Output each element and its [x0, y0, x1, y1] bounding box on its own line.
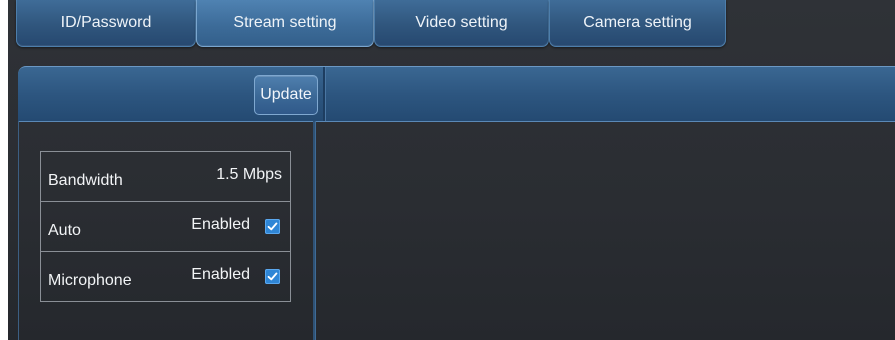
- setting-row-auto: Auto Enabled: [41, 202, 290, 252]
- auto-checkbox[interactable]: [265, 219, 280, 234]
- microphone-checkbox[interactable]: [265, 269, 280, 284]
- check-icon: [267, 222, 278, 231]
- update-button[interactable]: Update: [254, 75, 318, 115]
- tab-stream-setting[interactable]: Stream setting: [196, 0, 374, 47]
- auto-status: Enabled: [191, 216, 250, 233]
- setting-row-bandwidth: Bandwidth 1.5 Mbps: [41, 152, 290, 202]
- tab-camera-setting[interactable]: Camera setting: [549, 0, 726, 47]
- tab-bar: ID/Password Stream setting Video setting…: [8, 0, 895, 50]
- header-divider: [323, 67, 326, 121]
- setting-label: Auto: [48, 222, 81, 239]
- bandwidth-value[interactable]: 1.5 Mbps: [216, 166, 282, 184]
- tab-id-password[interactable]: ID/Password: [16, 0, 196, 47]
- microphone-status: Enabled: [191, 266, 250, 283]
- tab-video-setting[interactable]: Video setting: [374, 0, 549, 47]
- panel-header: Update: [18, 66, 895, 121]
- setting-label: Microphone: [48, 272, 132, 289]
- settings-table: Bandwidth 1.5 Mbps Auto Enabled Micropho…: [40, 151, 291, 302]
- stream-settings-screen: ID/Password Stream setting Video setting…: [8, 0, 895, 340]
- panel-divider: [313, 121, 316, 340]
- setting-label: Bandwidth: [48, 172, 123, 189]
- setting-row-microphone: Microphone Enabled: [41, 252, 290, 301]
- check-icon: [267, 272, 278, 281]
